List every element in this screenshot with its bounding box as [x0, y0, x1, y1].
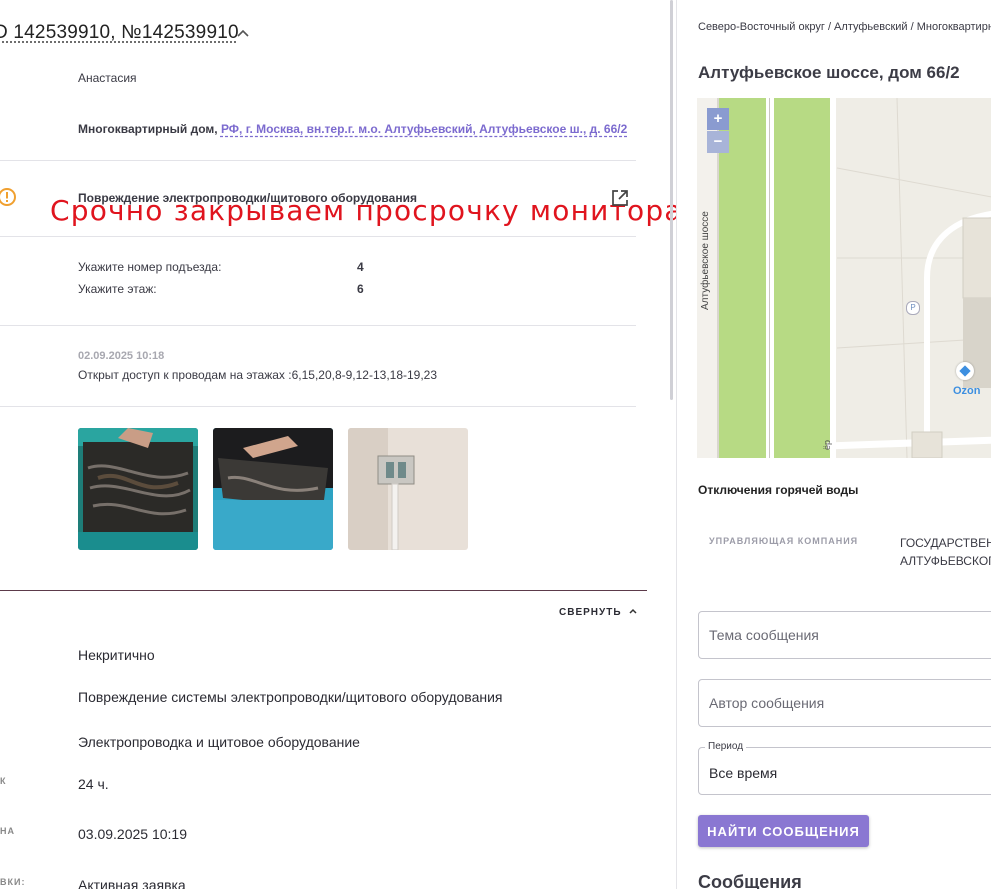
- zoom-in-button[interactable]: +: [707, 108, 729, 130]
- comment-text: Открыт доступ к проводам на этажах :6,15…: [78, 368, 438, 382]
- address-title: Алтуфьевское шоссе, дом 66/2: [698, 63, 960, 82]
- divider: [0, 160, 636, 161]
- mgmt-label: УПРАВЛЯЮЩАЯ КОМПАНИЯ: [709, 536, 859, 546]
- ticket-title[interactable]: D 142539910, №142539910: [0, 22, 239, 44]
- road-label: Алтуфьевское шоссе: [700, 211, 711, 310]
- field-label-entrance: Укажите номер подъезда:: [78, 260, 222, 274]
- address-link[interactable]: РФ, г. Москва, вн.тер.г. м.о. Алтуфьевск…: [221, 122, 627, 136]
- collapse-label: СВЕРНУТЬ: [559, 607, 622, 618]
- parking-icon[interactable]: P: [906, 301, 920, 315]
- divider: [0, 406, 636, 407]
- field-label-floor: Укажите этаж:: [78, 282, 157, 296]
- detail-label-status: ВКИ:: [0, 877, 26, 887]
- ticket-pane: D 142539910, №142539910 Анастасия Многок…: [0, 0, 676, 889]
- map[interactable]: + − Алтуфьевское шоссе P Ozon ёр: [697, 98, 991, 458]
- side-pane: Северо-Восточный округ / Алтуфьевский / …: [677, 0, 991, 889]
- street-stub-label: ёр: [822, 439, 832, 450]
- period-select[interactable]: Период Все время: [698, 741, 991, 795]
- comment-date: 02.09.2025 10:18: [78, 350, 165, 362]
- zoom-out-button[interactable]: −: [707, 131, 729, 153]
- author-field[interactable]: [698, 679, 991, 727]
- mgmt-value-line2: АЛТУФЬЕВСКОГ: [900, 554, 991, 568]
- warning-icon: [0, 188, 16, 206]
- topic-input[interactable]: [709, 627, 989, 643]
- mgmt-value: ГОСУДАРСТВЕН АЛТУФЬЕВСКОГ: [900, 534, 991, 570]
- messages-title: Сообщения: [698, 872, 802, 889]
- divider: [0, 590, 647, 591]
- address-type: Многоквартирный дом,: [78, 122, 218, 136]
- detail-date: 03.09.2025 10:19: [78, 826, 187, 842]
- detail-type: Электропроводка и щитовое оборудование: [78, 734, 360, 750]
- period-value: Все время: [709, 765, 778, 781]
- ozon-label: Ozon: [953, 385, 981, 397]
- divider: [0, 325, 636, 326]
- photo-thumbnail-1[interactable]: [78, 428, 198, 550]
- period-label: Период: [705, 741, 747, 752]
- scrollbar[interactable]: [670, 0, 673, 400]
- author-input[interactable]: [709, 695, 989, 711]
- mgmt-value-line1: ГОСУДАРСТВЕН: [900, 536, 991, 550]
- detail-category: Повреждение системы электропроводки/щито…: [78, 689, 503, 705]
- divider: [0, 236, 636, 237]
- chevron-up-icon: [629, 608, 637, 614]
- overlay-note: Срочно закрываем просрочку монитора: [50, 194, 676, 227]
- detail-label-deadline: К: [0, 776, 7, 786]
- open-external-icon[interactable]: [610, 188, 630, 208]
- collapse-button[interactable]: СВЕРНУТЬ: [559, 606, 638, 618]
- breadcrumb[interactable]: Северо-Восточный округ / Алтуфьевский / …: [698, 21, 991, 33]
- ozon-pin-icon[interactable]: [956, 362, 974, 380]
- detail-label-date: НА: [0, 826, 15, 836]
- topic-field[interactable]: [698, 611, 991, 659]
- find-messages-button[interactable]: НАЙТИ СООБЩЕНИЯ: [698, 815, 869, 847]
- address-row: Многоквартирный дом, РФ, г. Москва, вн.т…: [78, 122, 627, 136]
- applicant-name: Анастасия: [78, 71, 137, 85]
- photo-thumbnail-3[interactable]: [348, 428, 468, 550]
- field-value-entrance: 4: [357, 260, 364, 274]
- detail-status: Активная заявка: [78, 877, 186, 889]
- detail-priority: Некритично: [78, 647, 155, 663]
- photo-thumbnail-2[interactable]: [213, 428, 333, 550]
- field-value-floor: 6: [357, 282, 364, 296]
- detail-deadline: 24 ч.: [78, 776, 109, 792]
- chevron-up-icon[interactable]: [235, 26, 251, 42]
- hot-water-title: Отключения горячей воды: [698, 483, 859, 497]
